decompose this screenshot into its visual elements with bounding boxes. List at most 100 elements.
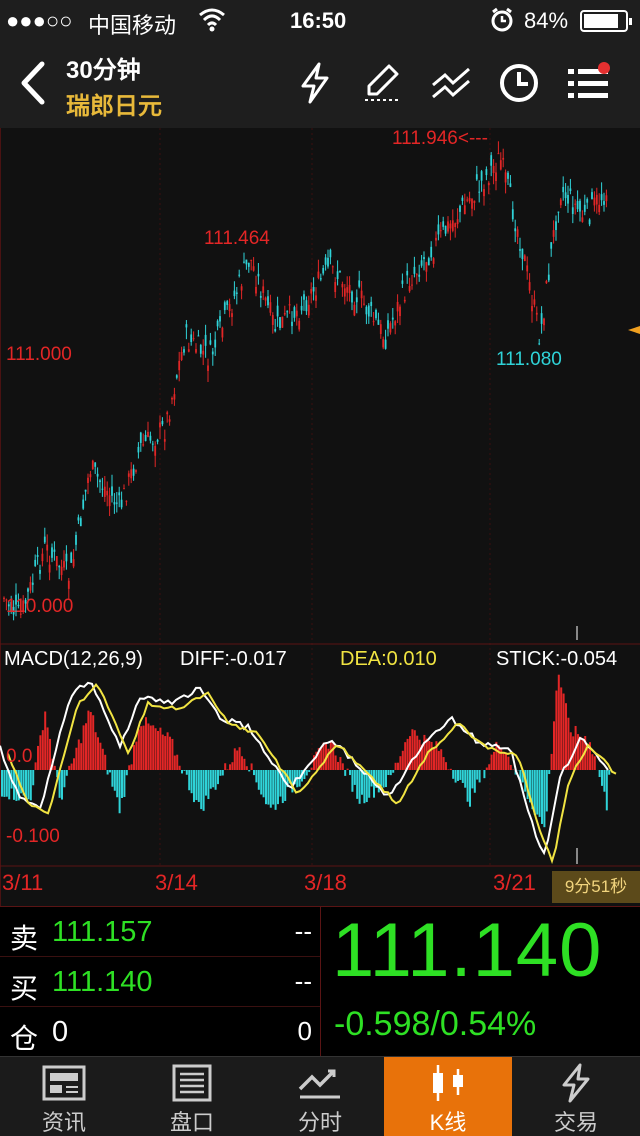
candle-body [84, 489, 87, 492]
macd-bar [118, 770, 121, 814]
tab-timeshare[interactable]: 分时 [256, 1057, 384, 1136]
candle-body [418, 274, 421, 277]
buy-row[interactable]: 买 111.140 -- [0, 957, 320, 1007]
trendline-icon[interactable] [426, 58, 476, 108]
candle-body [535, 312, 538, 315]
tab-label: 资讯 [41, 1110, 86, 1135]
candle-body [552, 230, 555, 237]
sell-row[interactable]: 卖 111.157 -- [0, 907, 320, 957]
candle-body [492, 165, 495, 173]
low-annotation: 111.080 [496, 349, 562, 370]
candle-body [197, 335, 200, 337]
candle-body [463, 205, 466, 215]
candle-body [471, 199, 473, 209]
period-selector[interactable]: 30分钟 [66, 50, 141, 85]
chart-canvas[interactable] [0, 128, 640, 906]
candle-body [211, 351, 214, 355]
macd-bar [579, 736, 582, 770]
macd-bar [466, 770, 469, 802]
candle-body [63, 561, 65, 568]
macd-bar [565, 703, 567, 770]
macd-bar [490, 754, 493, 770]
buy-price: 111.140 [52, 966, 153, 998]
macd-bar [101, 748, 104, 770]
macd-bar [507, 756, 510, 770]
draw-icon[interactable] [358, 58, 408, 108]
candle-body [293, 307, 296, 318]
macd-bar [267, 770, 270, 805]
candle-body [262, 286, 265, 293]
candle-body [67, 580, 70, 589]
macd-bar [147, 723, 150, 770]
clock-time: 16:50 [290, 8, 347, 33]
signal-strength: ●●●○○ [6, 8, 73, 33]
macd-bar [423, 734, 426, 770]
candle-body [543, 318, 545, 326]
candle-body [82, 499, 85, 509]
candle-body [94, 462, 97, 467]
timeshare-icon [298, 1069, 340, 1099]
macd-bar [339, 757, 342, 770]
macd-level-top: 0.0 [6, 746, 33, 767]
candle-body [423, 257, 425, 260]
candle-body [149, 435, 152, 441]
macd-bar [538, 770, 541, 817]
candle-body [46, 544, 49, 551]
macd-bar [229, 764, 231, 770]
kline-chart[interactable]: 111.946<--- 111.464 111.000 110.000 111.… [0, 128, 640, 906]
candle-body [233, 290, 236, 297]
carrier-name: 中国移动 [88, 13, 177, 38]
candle-body [77, 517, 80, 521]
macd-bar [250, 763, 253, 770]
macd-bar [332, 741, 335, 770]
macd-bar [255, 770, 258, 783]
macd-bar [157, 730, 159, 770]
macd-bar [37, 745, 39, 770]
position-row[interactable]: 仓 0 0 [0, 1007, 320, 1057]
macd-bar [152, 725, 155, 770]
status-bar: ●●●○○ 中国移动 16:50 84% [0, 0, 640, 40]
candle-body [480, 171, 483, 181]
macd-bar [598, 770, 601, 778]
candle-body [355, 297, 358, 303]
symbol-name[interactable]: 瑞郎日元 [66, 86, 162, 121]
candle-body [271, 315, 274, 325]
macd-bar [128, 765, 131, 770]
candle-body [593, 197, 596, 206]
candle-body [331, 266, 334, 268]
tab-news[interactable]: 资讯 [0, 1057, 128, 1136]
candle-body [454, 223, 457, 228]
candle-body [214, 339, 217, 348]
candle-body [245, 259, 248, 265]
level-annotation: 111.000 [6, 344, 72, 365]
candle-body [106, 490, 109, 496]
candle-body [41, 553, 44, 562]
candle-body [519, 249, 521, 251]
tab-kline[interactable]: K线 [384, 1057, 512, 1136]
macd-bar [185, 770, 188, 775]
back-icon[interactable] [18, 60, 48, 111]
macd-bar [569, 732, 572, 770]
macd-bar [241, 756, 243, 770]
candle-body [411, 284, 413, 286]
macd-bar [202, 770, 205, 811]
tab-orderbook[interactable]: 盘口 [128, 1057, 256, 1136]
candle-body [605, 195, 608, 202]
sell-price: 111.157 [52, 916, 153, 948]
macd-bar [166, 732, 169, 770]
candle-body [384, 339, 387, 349]
macd-bar [341, 763, 344, 770]
candle-body [336, 271, 339, 280]
macd-bar [41, 730, 44, 770]
macd-bar [461, 770, 464, 783]
candle-body [36, 555, 39, 557]
menu-icon[interactable] [564, 58, 614, 108]
tab-trade[interactable]: 交易 [512, 1057, 640, 1136]
candle-body [226, 301, 229, 305]
macd-title: MACD(12,26,9) [4, 648, 143, 670]
sell-label: 卖 [10, 923, 39, 954]
macd-bar [149, 725, 152, 770]
flash-icon[interactable] [290, 58, 340, 108]
macd-bar [509, 764, 512, 770]
clock-icon[interactable] [494, 58, 544, 108]
